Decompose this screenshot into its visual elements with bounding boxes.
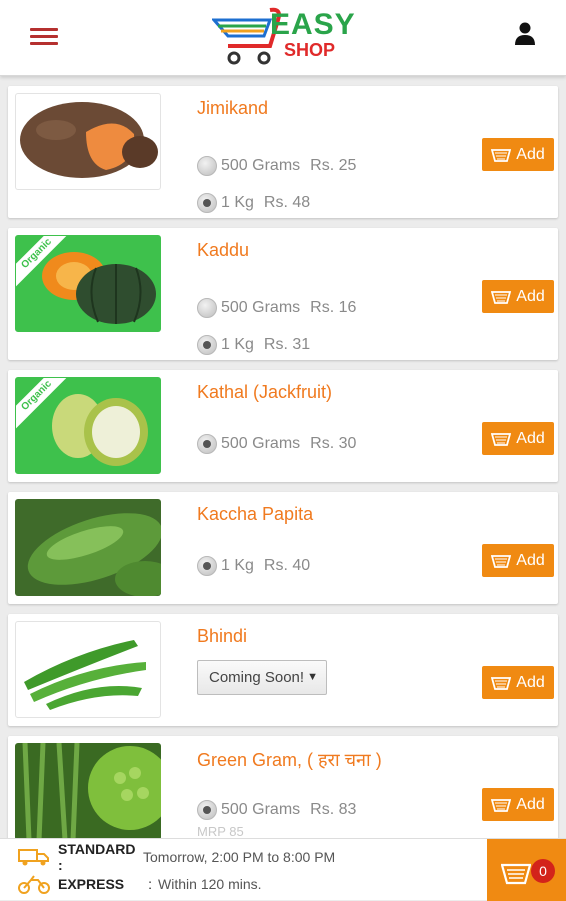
option-500-grams[interactable]: 500 Grams Rs. 83 — [197, 798, 356, 822]
add-label: Add — [516, 551, 545, 569]
express-label-text: EXPRESS — [58, 876, 125, 892]
product-card: Bhindi Coming Soon! ▼ Add — [8, 614, 558, 726]
product-name: Bhindi — [197, 626, 248, 646]
option-500-grams[interactable]: 500 Grams Rs. 16 — [197, 296, 356, 320]
mrp-text: MRP 85 — [197, 824, 244, 838]
product-name: Kaccha Papita — [197, 504, 314, 524]
express-label: EXPRESS — [58, 876, 124, 892]
express-value: Within 120 mins. — [158, 876, 262, 892]
add-button[interactable]: Add — [482, 280, 554, 313]
product-image: Organic — [15, 377, 161, 474]
product-name: Green Gram, ( हरा चना ) — [197, 750, 382, 770]
dropdown-arrow-icon: ▼ — [307, 671, 318, 683]
product-image — [15, 621, 161, 718]
basket-icon — [491, 554, 512, 568]
standard-label: STANDARD : — [58, 841, 136, 873]
option-1-kg[interactable]: 1 Kg Rs. 40 — [197, 554, 310, 578]
add-button[interactable]: Add — [482, 544, 554, 577]
radio-button-selected[interactable] — [197, 434, 217, 454]
logo-easy-text: EASY — [270, 8, 356, 41]
product-card: Green Gram, ( हरा चना ) 500 Grams Rs. 83… — [8, 736, 558, 838]
standard-value: Tomorrow, 2:00 PM to 8:00 PM — [143, 849, 336, 865]
product-image — [15, 93, 161, 190]
radio-button[interactable] — [197, 298, 217, 318]
add-button[interactable]: Add — [482, 788, 554, 821]
add-label: Add — [516, 429, 545, 447]
option-qty: 1 Kg — [221, 336, 254, 353]
product-image — [15, 743, 161, 838]
product-image — [15, 499, 161, 596]
option-qty: 1 Kg — [221, 194, 254, 211]
coming-soon-select[interactable]: Coming Soon! ▼ — [197, 660, 327, 695]
product-name: Kaddu — [197, 240, 250, 260]
product-card: Organic Kathal (Jackfruit) 500 Grams Rs.… — [8, 370, 558, 482]
add-button[interactable]: Add — [482, 666, 554, 699]
radio-button-selected[interactable] — [197, 800, 217, 820]
product-image: Organic — [15, 235, 161, 332]
app-header: EASY SHOP — [0, 0, 566, 76]
option-qty: 500 Grams — [221, 157, 301, 174]
product-card: Kaccha Papita 1 Kg Rs. 40 Add — [8, 492, 558, 604]
basket-icon — [491, 676, 512, 690]
product-card: Organic Kaddu 500 Grams Rs. 16 1 Kg Rs. … — [8, 228, 558, 360]
option-qty: 1 Kg — [221, 557, 254, 574]
product-card: Jimikand 500 Grams Rs. 25 1 Kg Rs. 48 Ad… — [8, 86, 558, 218]
option-price: Rs. 30 — [310, 435, 357, 452]
product-name: Jimikand — [197, 98, 269, 118]
option-1-kg[interactable]: 1 Kg Rs. 31 — [197, 333, 310, 357]
express-separator: : — [148, 876, 153, 892]
radio-button-selected[interactable] — [197, 556, 217, 576]
option-qty: 500 Grams — [221, 435, 301, 452]
option-1-kg[interactable]: 1 Kg Rs. 48 — [197, 191, 310, 215]
truck-icon — [18, 849, 49, 866]
add-label: Add — [516, 287, 545, 305]
option-500-grams[interactable]: 500 Grams Rs. 30 — [197, 432, 356, 456]
option-price: Rs. 31 — [263, 336, 311, 353]
add-label: Add — [516, 795, 545, 813]
select-value: Coming Soon! — [209, 669, 305, 686]
option-price: Rs. 48 — [263, 194, 311, 211]
basket-icon — [491, 432, 512, 446]
menu-icon[interactable] — [30, 28, 58, 46]
standard-delivery-row: STANDARD : Tomorrow, 2:00 PM to 8:00 PM — [18, 841, 336, 873]
basket-icon — [491, 148, 512, 162]
radio-button-selected[interactable] — [197, 193, 217, 213]
cart-basket-icon — [501, 863, 531, 885]
option-qty: 500 Grams — [221, 299, 301, 316]
option-500-grams[interactable]: 500 Grams Rs. 25 — [197, 154, 356, 178]
express-delivery-row: EXPRESS : Within 120 mins. — [18, 872, 262, 896]
cart-count-badge: 0 — [531, 859, 555, 883]
product-list[interactable]: Jimikand 500 Grams Rs. 25 1 Kg Rs. 48 Ad… — [0, 78, 566, 838]
basket-icon — [491, 798, 512, 812]
option-price: Rs. 40 — [263, 557, 311, 574]
logo-shop-text: SHOP — [284, 40, 336, 60]
option-price: Rs. 25 — [310, 157, 357, 174]
add-button[interactable]: Add — [482, 422, 554, 455]
add-button[interactable]: Add — [482, 138, 554, 171]
option-price: Rs. 83 — [310, 801, 357, 818]
radio-button-selected[interactable] — [197, 335, 217, 355]
basket-icon — [491, 290, 512, 304]
bike-icon — [18, 875, 50, 894]
option-qty: 500 Grams — [221, 801, 301, 818]
option-price: Rs. 16 — [310, 299, 357, 316]
add-label: Add — [516, 673, 545, 691]
radio-button[interactable] — [197, 156, 217, 176]
add-label: Add — [516, 145, 545, 163]
user-icon[interactable] — [514, 22, 536, 46]
delivery-footer: STANDARD : Tomorrow, 2:00 PM to 8:00 PM … — [0, 838, 566, 901]
product-name: Kathal (Jackfruit) — [197, 382, 333, 402]
cart-button[interactable]: 0 — [487, 839, 566, 901]
